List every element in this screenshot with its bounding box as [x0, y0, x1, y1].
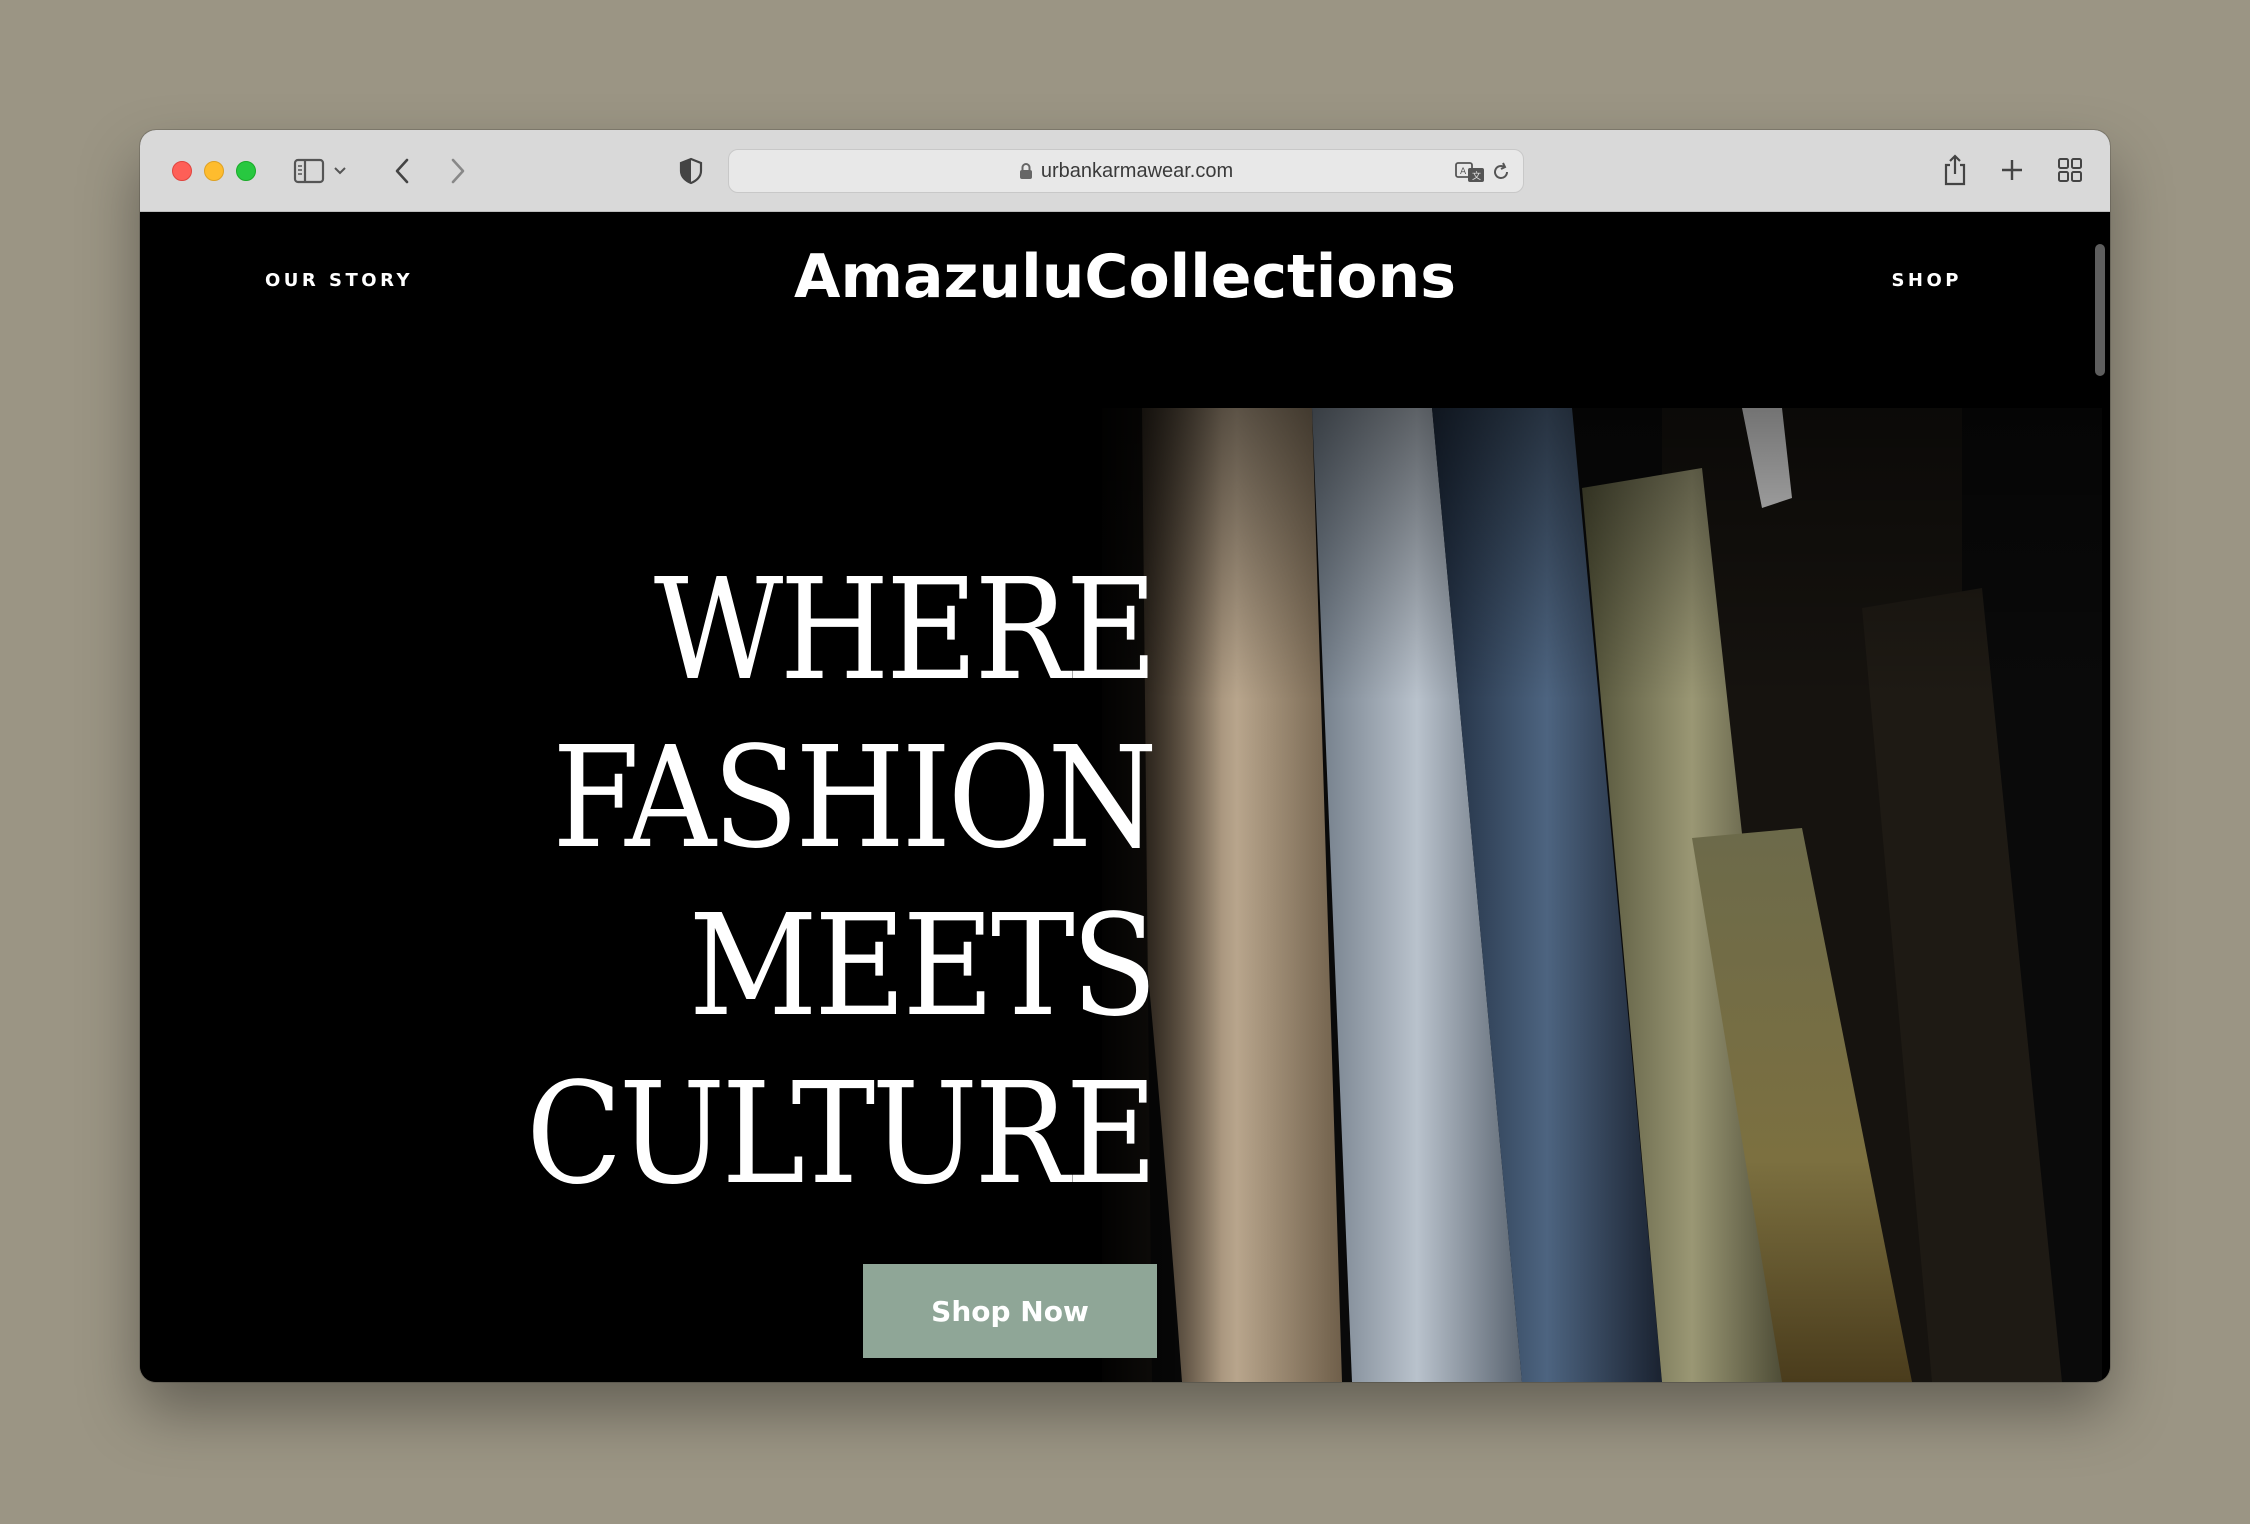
translate-icon[interactable]: A文 [1455, 160, 1485, 184]
plus-icon[interactable] [1998, 156, 2026, 184]
share-icon[interactable] [1940, 152, 1970, 188]
minimize-window-button[interactable] [204, 161, 224, 181]
close-window-button[interactable] [172, 161, 192, 181]
nav-shop-link[interactable]: SHOP [1891, 270, 1962, 291]
sidebar-icon[interactable] [292, 156, 326, 186]
svg-text:A: A [1460, 167, 1467, 177]
site-logo[interactable]: AmazuluCollections [140, 242, 2110, 312]
address-bar[interactable]: urbankarmawear.com A文 [728, 149, 1524, 193]
headline-line: CULTURE [526, 1053, 1157, 1216]
browser-window: urbankarmawear.com A文 OUR STORY AmazuluC… [140, 130, 2110, 1382]
shield-icon[interactable] [676, 156, 706, 186]
zoom-window-button[interactable] [236, 161, 256, 181]
headline-line: WHERE [653, 549, 1158, 712]
browser-toolbar: urbankarmawear.com A文 [140, 130, 2110, 212]
hero-headline: WHERE FASHION MEETS CULTURE [344, 547, 1158, 1219]
hero-clothing-image [1102, 408, 2102, 1382]
headline-line: MEETS [688, 885, 1158, 1048]
tabs-grid-icon[interactable] [2056, 156, 2084, 184]
forward-icon[interactable] [446, 154, 470, 188]
chevron-down-icon[interactable] [332, 164, 348, 178]
headline-line: FASHION [552, 717, 1157, 880]
web-page: OUR STORY AmazuluCollections SHOP WHERE … [140, 212, 2110, 1382]
svg-text:文: 文 [1472, 170, 1481, 182]
scrollbar-thumb[interactable] [2095, 244, 2105, 376]
back-icon[interactable] [390, 154, 414, 188]
lock-icon [1019, 162, 1033, 180]
page-scrollbar[interactable] [2090, 230, 2108, 1380]
reload-icon[interactable] [1489, 160, 1513, 184]
shop-now-button[interactable]: Shop Now [863, 1264, 1157, 1358]
url-text: urbankarmawear.com [1040, 159, 1234, 182]
